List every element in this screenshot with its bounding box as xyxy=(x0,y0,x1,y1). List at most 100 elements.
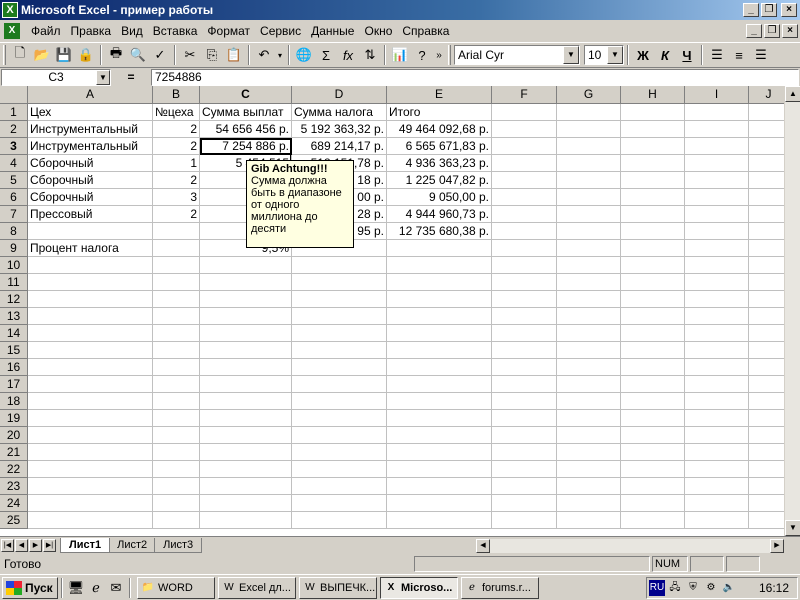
column-header[interactable]: H xyxy=(621,86,685,104)
cell[interactable] xyxy=(387,376,492,393)
open-folder-icon[interactable]: 📂 xyxy=(31,44,53,66)
cell[interactable] xyxy=(292,359,387,376)
cell[interactable] xyxy=(28,342,153,359)
autosum-icon[interactable]: Σ xyxy=(315,44,337,66)
active-cell[interactable]: 7 254 886 р. xyxy=(200,138,292,155)
cell[interactable] xyxy=(200,512,292,529)
cell[interactable] xyxy=(387,291,492,308)
cell[interactable] xyxy=(557,291,621,308)
cell[interactable] xyxy=(153,291,200,308)
cell[interactable]: Процент налога xyxy=(28,240,153,257)
cell[interactable] xyxy=(749,223,789,240)
cell[interactable] xyxy=(153,308,200,325)
cell[interactable] xyxy=(492,427,557,444)
italic-button[interactable]: К xyxy=(654,44,676,66)
column-header[interactable]: J xyxy=(749,86,789,104)
cell[interactable] xyxy=(28,512,153,529)
vertical-scrollbar[interactable]: ▲ ▼ xyxy=(784,86,800,536)
cell[interactable] xyxy=(557,393,621,410)
cell[interactable] xyxy=(749,410,789,427)
cell[interactable] xyxy=(685,376,749,393)
start-button[interactable]: Пуск xyxy=(2,576,58,599)
cell[interactable] xyxy=(200,342,292,359)
cell[interactable] xyxy=(492,291,557,308)
cell[interactable] xyxy=(685,291,749,308)
cell[interactable] xyxy=(557,512,621,529)
cell[interactable] xyxy=(492,359,557,376)
internet-explorer-icon[interactable]: ℯ xyxy=(86,578,106,598)
cell[interactable] xyxy=(492,461,557,478)
cell[interactable] xyxy=(492,138,557,155)
cell[interactable] xyxy=(492,512,557,529)
cell[interactable] xyxy=(292,308,387,325)
chart-wizard-icon[interactable]: 📊 xyxy=(389,44,411,66)
paste-icon[interactable]: 📋 xyxy=(223,44,245,66)
cell[interactable] xyxy=(292,512,387,529)
row-header[interactable]: 7 xyxy=(0,206,28,223)
cell[interactable] xyxy=(685,444,749,461)
cell[interactable] xyxy=(621,291,685,308)
cell[interactable] xyxy=(153,495,200,512)
cell[interactable] xyxy=(749,155,789,172)
row-header[interactable]: 10 xyxy=(0,257,28,274)
cell[interactable] xyxy=(200,325,292,342)
function-icon[interactable]: fx xyxy=(337,44,359,66)
scroll-left-icon[interactable]: ◀ xyxy=(476,539,490,553)
cell[interactable] xyxy=(492,410,557,427)
cell[interactable] xyxy=(492,495,557,512)
cell[interactable] xyxy=(387,410,492,427)
cell[interactable] xyxy=(153,342,200,359)
copy-icon[interactable]: ⎘ xyxy=(201,44,223,66)
cell[interactable] xyxy=(292,393,387,410)
show-desktop-icon[interactable]: 🖥 xyxy=(66,578,86,598)
column-header[interactable]: I xyxy=(685,86,749,104)
cell[interactable]: Инструментальный xyxy=(28,138,153,155)
doc-minimize-button[interactable]: _ xyxy=(746,23,762,38)
cell[interactable] xyxy=(749,359,789,376)
cell[interactable] xyxy=(200,393,292,410)
cell[interactable] xyxy=(492,189,557,206)
cell[interactable] xyxy=(685,274,749,291)
chevron-down-icon[interactable]: ▼ xyxy=(563,46,579,64)
cell[interactable] xyxy=(621,223,685,240)
cell[interactable]: 54 656 456 р. xyxy=(200,121,292,138)
cell[interactable] xyxy=(557,410,621,427)
cell[interactable] xyxy=(492,308,557,325)
cell[interactable] xyxy=(621,512,685,529)
cell[interactable] xyxy=(557,274,621,291)
cell[interactable] xyxy=(200,495,292,512)
cell[interactable] xyxy=(557,478,621,495)
scroll-up-icon[interactable]: ▲ xyxy=(785,86,800,102)
undo-dropdown-icon[interactable]: ▾ xyxy=(275,44,285,66)
cell[interactable]: 2 xyxy=(153,206,200,223)
select-all-corner[interactable] xyxy=(0,86,28,104)
cell[interactable] xyxy=(749,427,789,444)
cell[interactable] xyxy=(492,155,557,172)
cell[interactable]: Итого xyxy=(387,104,492,121)
cell[interactable] xyxy=(685,257,749,274)
task-excel-doc[interactable]: W Excel дл... xyxy=(218,576,296,599)
cell[interactable] xyxy=(492,121,557,138)
cell[interactable] xyxy=(153,274,200,291)
cell[interactable] xyxy=(621,410,685,427)
cell[interactable] xyxy=(685,240,749,257)
menu-insert[interactable]: Вставка xyxy=(148,24,203,38)
cell[interactable] xyxy=(292,257,387,274)
cut-icon[interactable]: ✂ xyxy=(179,44,201,66)
cell[interactable] xyxy=(387,512,492,529)
row-header[interactable]: 24 xyxy=(0,495,28,512)
cell[interactable]: 2 xyxy=(153,172,200,189)
row-header[interactable]: 15 xyxy=(0,342,28,359)
row-header[interactable]: 14 xyxy=(0,325,28,342)
cell[interactable] xyxy=(749,512,789,529)
save-icon[interactable]: 💾 xyxy=(53,44,75,66)
cell[interactable] xyxy=(28,495,153,512)
cell[interactable] xyxy=(621,274,685,291)
cell[interactable] xyxy=(153,223,200,240)
cell[interactable] xyxy=(387,257,492,274)
toolbar-handle[interactable] xyxy=(3,45,6,65)
excel-icon[interactable]: X xyxy=(2,2,18,18)
cell[interactable]: 49 464 092,68 р. xyxy=(387,121,492,138)
cell[interactable] xyxy=(153,444,200,461)
cell[interactable] xyxy=(685,308,749,325)
